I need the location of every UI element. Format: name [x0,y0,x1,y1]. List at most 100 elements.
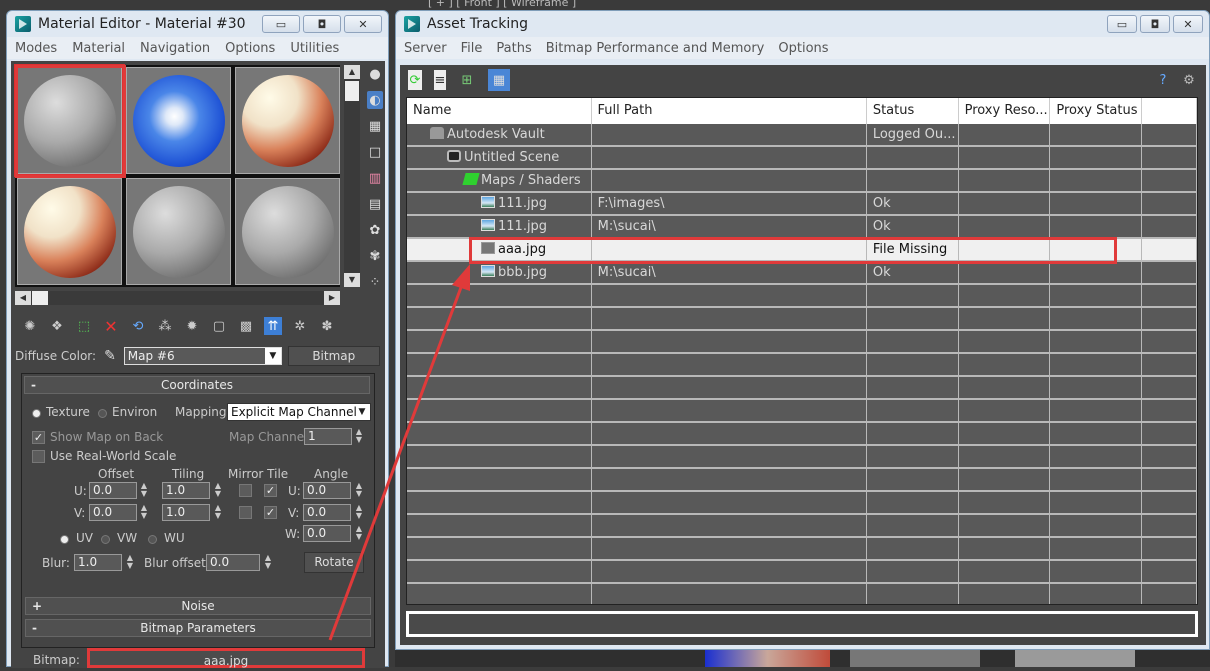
menu-bitmap-performance[interactable]: Bitmap Performance and Memory [546,41,765,56]
table-row[interactable]: Maps / Shaders [407,170,1197,193]
vw-radio[interactable] [101,535,110,544]
table-row[interactable]: 111.jpg M:\sucai\ Ok [407,216,1197,239]
tiling-u-field[interactable]: 1.0 [162,482,210,499]
title-bar[interactable]: Material Editor - Material #30 ▭ ◘ ✕ [7,11,388,37]
help-icon[interactable]: ? [1154,70,1172,90]
sample-uv-tiling-icon[interactable]: □ [367,143,383,161]
show-end-result-icon[interactable]: ▩ [237,317,255,335]
tile-u-checkbox[interactable]: ✓ [264,484,277,497]
put-to-library-icon[interactable]: ⁂ [156,317,174,335]
make-preview-icon[interactable]: ▤ [367,195,383,213]
map-channel-field[interactable]: 1 [304,428,352,445]
close-button[interactable]: ✕ [1173,15,1203,33]
make-unique-icon[interactable]: ⟲ [129,317,147,335]
angle-v-field[interactable]: 0.0 [303,504,351,521]
menu-file[interactable]: File [461,41,483,56]
texture-radio[interactable] [32,409,41,418]
column-status[interactable]: Status [867,98,959,124]
map-channel-spinner[interactable]: ▲ ▼ [355,428,363,445]
title-bar[interactable]: Asset Tracking ▭ ◘ ✕ [396,11,1209,37]
menu-server[interactable]: Server [404,41,447,56]
blur-offset-field[interactable]: 0.0 [206,554,260,571]
options-icon[interactable]: ✿ [367,221,383,239]
tiling-u-spinner[interactable]: ▲ ▼ [214,482,222,499]
menu-paths[interactable]: Paths [496,41,531,56]
reset-map-icon[interactable]: ✕ [102,317,120,336]
coordinates-rollout-header[interactable]: - Coordinates [24,376,370,394]
column-proxy-resolution[interactable]: Proxy Reso... [959,98,1051,124]
slots-vertical-scrollbar[interactable]: ▲ ▼ [344,65,360,287]
rotate-button[interactable]: Rotate [304,552,364,573]
mapping-select[interactable]: Explicit Map Channel ▼ [227,403,371,421]
tile-v-checkbox[interactable]: ✓ [264,506,277,519]
sample-slot-6[interactable] [235,178,340,285]
minimize-button[interactable]: ▭ [1107,15,1137,33]
sample-type-icon[interactable]: ● [367,65,383,83]
eyedropper-icon[interactable]: ✎ [104,348,116,364]
offset-u-field[interactable]: 0.0 [89,482,137,499]
video-color-check-icon[interactable]: ▥ [367,169,383,187]
angle-w-field[interactable]: 0.0 [303,525,351,542]
chevron-down-icon[interactable]: ▼ [264,348,281,364]
offset-v-field[interactable]: 0.0 [89,504,137,521]
close-button[interactable]: ✕ [344,15,382,33]
angle-u-field[interactable]: 0.0 [303,482,351,499]
table-row[interactable]: Untitled Scene [407,147,1197,170]
map-type-button[interactable]: Bitmap [287,346,380,366]
go-to-parent-icon[interactable]: ⇈ [264,317,282,335]
sample-slot-4[interactable] [17,178,122,285]
material-id-channel-icon[interactable]: ✹ [183,317,201,335]
noise-rollout-header[interactable]: + Noise [25,597,371,615]
menu-utilities[interactable]: Utilities [290,41,339,56]
menu-material[interactable]: Material [72,41,125,56]
sample-slot-3[interactable] [235,67,340,174]
scroll-up-icon[interactable]: ▲ [344,65,360,79]
backlight-icon[interactable]: ◐ [367,91,383,109]
tree-view-icon[interactable]: ⊞ [458,70,476,90]
table-row[interactable]: 111.jpg F:\images\ Ok [407,193,1197,216]
bitmap-path-button[interactable]: aaa.jpg [87,648,365,668]
get-material-icon[interactable]: ✺ [21,317,39,335]
offset-u-spinner[interactable]: ▲ ▼ [140,482,148,499]
blur-offset-spinner[interactable]: ▲ ▼ [264,554,272,571]
menu-navigation[interactable]: Navigation [140,41,210,56]
background-checker-icon[interactable]: ▦ [367,117,383,135]
wu-radio[interactable] [148,535,157,544]
column-name[interactable]: Name [407,98,592,124]
tiling-v-spinner[interactable]: ▲ ▼ [214,504,222,521]
table-row[interactable]: Autodesk Vault Logged Ou... [407,124,1197,147]
pick-material-icon[interactable]: ✽ [318,317,336,335]
angle-u-spinner[interactable]: ▲ ▼ [355,482,363,499]
table-row[interactable]: bbb.jpg M:\sucai\ Ok [407,262,1197,285]
show-shaded-material-icon[interactable]: ▢ [210,317,228,335]
scroll-right-icon[interactable]: ▶ [324,291,340,305]
about-icon[interactable]: ⚙ [1180,70,1198,90]
sample-slot-2[interactable] [126,67,231,174]
tiling-v-field[interactable]: 1.0 [162,504,210,521]
table-view-icon[interactable]: ▦ [488,69,510,91]
select-by-material-icon[interactable]: ✾ [367,247,383,265]
menu-modes[interactable]: Modes [15,41,57,56]
offset-v-spinner[interactable]: ▲ ▼ [140,504,148,521]
environ-radio[interactable] [98,409,107,418]
slots-horizontal-scrollbar[interactable]: ◀ ▶ [15,291,340,305]
angle-v-spinner[interactable]: ▲ ▼ [355,504,363,521]
refresh-icon[interactable]: ⟳ [408,70,422,90]
assign-to-selection-icon[interactable]: ⬚ [75,317,93,335]
put-to-scene-icon[interactable]: ❖ [48,317,66,335]
menu-options[interactable]: Options [225,41,275,56]
blur-spinner[interactable]: ▲ ▼ [126,554,134,571]
scroll-left-icon[interactable]: ◀ [15,291,31,305]
material-map-navigator-icon[interactable]: ⁘ [367,273,383,291]
column-proxy-status[interactable]: Proxy Status [1050,98,1143,124]
restore-button[interactable]: ◘ [1140,15,1170,33]
menu-options[interactable]: Options [778,41,828,56]
bitmap-parameters-rollout-header[interactable]: - Bitmap Parameters [25,619,371,637]
chevron-down-icon[interactable]: ▼ [354,404,370,420]
minimize-button[interactable]: ▭ [262,15,300,33]
restore-button[interactable]: ◘ [303,15,341,33]
sample-slot-5[interactable] [126,178,231,285]
real-world-scale-checkbox[interactable] [32,450,45,463]
column-full-path[interactable]: Full Path [592,98,867,124]
list-view-icon[interactable]: ≡ [434,70,446,90]
